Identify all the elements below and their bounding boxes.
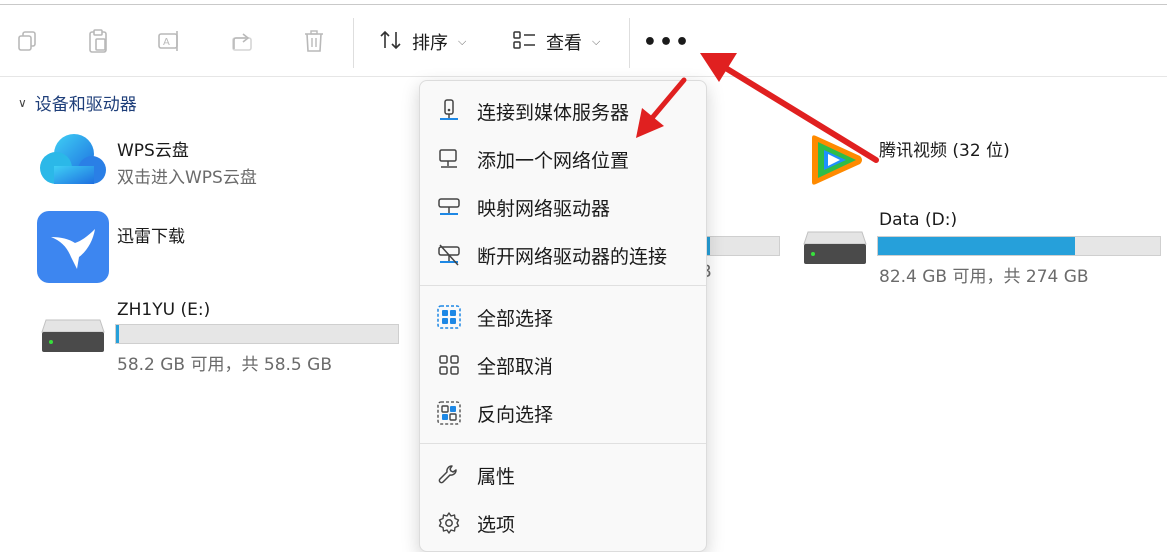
menu-item-select-none[interactable]: 全部取消 [420,345,706,385]
more-options-button[interactable]: ••• [643,27,689,57]
drive-name: ZH1YU (E:) [117,300,211,320]
chevron-down-icon: ⌵ [458,35,467,48]
menu-item-invert-selection[interactable]: 反向选择 [420,393,706,433]
delete-icon[interactable] [300,27,328,55]
network-location-icon [436,146,462,172]
drive-capacity: 58.2 GB 可用，共 58.5 GB [117,355,332,375]
section-title: 设备和驱动器 [34,95,137,115]
hard-drive-icon [40,318,106,358]
chevron-down-icon: ∨ [18,95,27,110]
drive-subtitle: 双击进入WPS云盘 [117,168,257,188]
disconnect-drive-icon [436,242,462,268]
invert-selection-icon [436,400,462,426]
gear-icon [436,510,462,536]
map-drive-icon [436,194,462,220]
paste-icon[interactable] [84,27,112,55]
drive-name: WPS云盘 [117,141,189,161]
copy-icon[interactable] [13,27,41,55]
sort-icon [378,28,404,57]
menu-item-label: 全部选择 [477,307,554,330]
menu-item-label: 映射网络驱动器 [477,197,611,220]
drive-name: Data (D:) [879,210,958,230]
drive-usage-bar [877,236,1161,256]
hard-drive-icon [802,230,868,270]
drive-usage-fill [116,325,119,343]
drive-tile-data[interactable]: Data (D:) 82.4 GB 可用，共 274 GB [802,210,1164,287]
menu-separator [420,443,706,444]
menu-item-label: 添加一个网络位置 [477,149,630,172]
drive-usage-fill [878,237,1076,255]
more-options-menu: 连接到媒体服务器 添加一个网络位置 映射网络驱动器 断开网络驱动器的连接 全部选… [419,80,707,552]
menu-separator [420,285,706,286]
menu-item-label: 选项 [477,513,516,536]
drive-tile-wps[interactable]: WPS云盘 双击进入WPS云盘 [36,132,366,194]
wps-cloud-icon [36,132,108,194]
drive-usage-bar [115,324,399,344]
drive-capacity: 82.4 GB 可用，共 274 GB [879,267,1089,287]
tencent-video-icon [806,132,866,192]
view-label: 查看 [546,33,582,54]
menu-item-label: 连接到媒体服务器 [477,101,630,124]
view-button[interactable]: 查看 ⌵ [512,27,600,57]
section-devices-drives[interactable]: ∨ 设备和驱动器 [18,90,137,115]
drive-tile-tencent-video[interactable]: 腾讯视频 (32 位) [806,132,1066,194]
svg-text:A: A [163,37,170,48]
select-none-icon [436,352,462,378]
drive-tile-xunlei[interactable]: 迅雷下载 [37,211,367,283]
drive-tile-zh1yu[interactable]: ZH1YU (E:) 58.2 GB 可用，共 58.5 GB [40,298,410,375]
menu-item-select-all[interactable]: 全部选择 [420,297,706,337]
share-icon[interactable] [228,27,256,55]
menu-item-label: 反向选择 [477,403,554,426]
menu-item-label: 属性 [477,465,516,488]
chevron-down-icon: ⌵ [592,35,601,48]
sort-button[interactable]: 排序 ⌵ [378,27,466,57]
toolbar-separator [353,18,354,68]
menu-item-properties[interactable]: 属性 [420,455,706,495]
rename-icon[interactable]: A [156,27,184,55]
drive-name: 迅雷下载 [117,227,185,247]
toolbar-separator [629,18,630,68]
menu-item-connect-media-server[interactable]: 连接到媒体服务器 [420,91,706,131]
wrench-icon [436,462,462,488]
menu-item-disconnect-network-drive[interactable]: 断开网络驱动器的连接 [420,235,706,275]
menu-item-add-network-location[interactable]: 添加一个网络位置 [420,139,706,179]
xunlei-bird-icon [37,211,109,287]
command-bar: A 排序 ⌵ 查看 ⌵ ••• [0,5,1167,77]
menu-item-options[interactable]: 选项 [420,503,706,543]
menu-item-label: 断开网络驱动器的连接 [477,245,668,268]
drive-name: 腾讯视频 (32 位) [879,141,1010,161]
media-server-icon [436,98,462,124]
view-list-icon [512,28,538,57]
sort-label: 排序 [412,33,448,54]
select-all-icon [436,304,462,330]
menu-item-map-network-drive[interactable]: 映射网络驱动器 [420,187,706,227]
menu-item-label: 全部取消 [477,355,554,378]
